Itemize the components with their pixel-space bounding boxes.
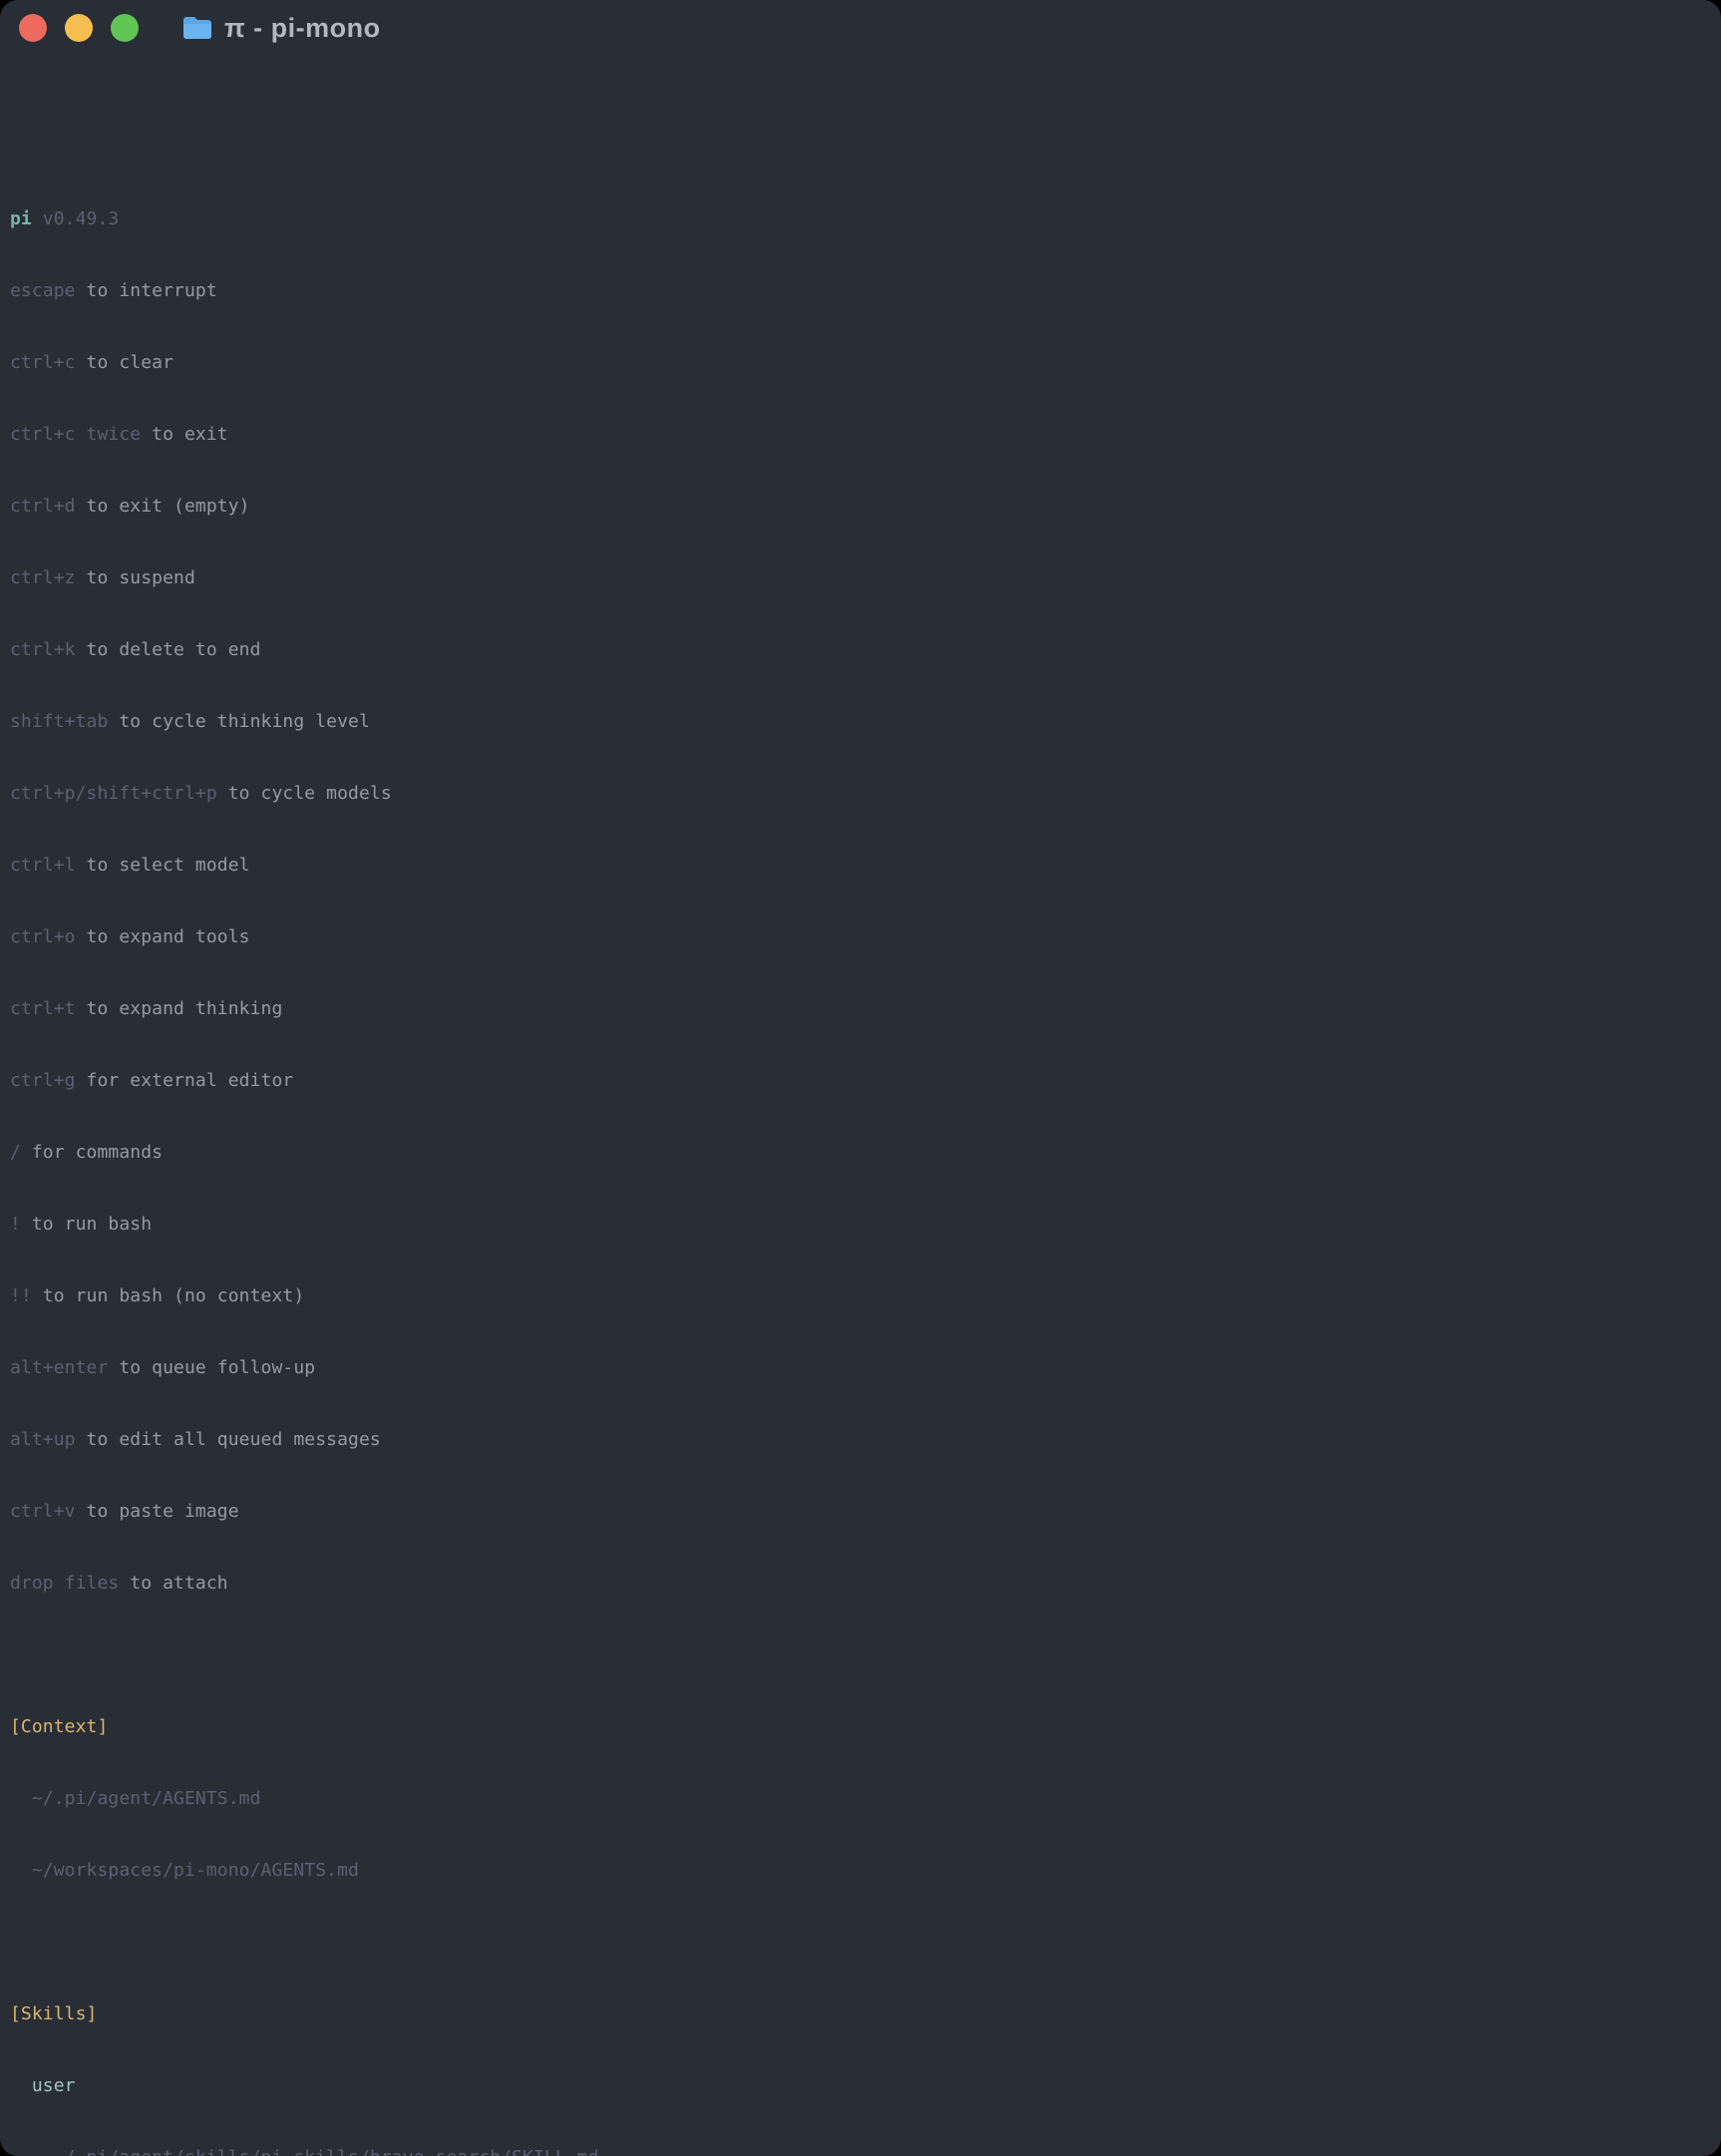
shortcut-line: / for commands <box>10 1141 1711 1165</box>
skills-section-header: [Skills] <box>10 2002 1711 2026</box>
folder-icon <box>182 16 212 40</box>
titlebar: π - pi-mono <box>0 0 1721 56</box>
shortcut-line: escape to interrupt <box>10 279 1711 303</box>
app-version: v0.49.3 <box>32 208 120 229</box>
zoom-button[interactable] <box>111 14 139 42</box>
shortcut-line: ! to run bash <box>10 1213 1711 1237</box>
skills-scope: user <box>10 2074 1711 2098</box>
shortcut-line: ctrl+k to delete to end <box>10 638 1711 662</box>
terminal-window: π - pi-mono pi v0.49.3 escape to interru… <box>0 0 1721 2156</box>
shortcut-line: shift+tab to cycle thinking level <box>10 710 1711 734</box>
shortcut-line: ctrl+p/shift+ctrl+p to cycle models <box>10 782 1711 806</box>
window-title: π - pi-mono <box>224 13 381 44</box>
shortcut-line: alt+up to edit all queued messages <box>10 1428 1711 1452</box>
version-line: pi v0.49.3 <box>10 207 1711 231</box>
shortcut-line: ctrl+c twice to exit <box>10 423 1711 447</box>
shortcut-line: ctrl+c to clear <box>10 351 1711 375</box>
shortcut-line: ctrl+v to paste image <box>10 1500 1711 1524</box>
app-name: pi <box>10 208 32 229</box>
shortcut-line: ctrl+z to suspend <box>10 566 1711 590</box>
close-button[interactable] <box>19 14 47 42</box>
shortcut-line: ctrl+g for external editor <box>10 1069 1711 1093</box>
context-path: ~/workspaces/pi-mono/AGENTS.md <box>10 1859 1711 1883</box>
shortcut-line: ctrl+l to select model <box>10 854 1711 878</box>
shortcut-line: ctrl+d to exit (empty) <box>10 495 1711 519</box>
skill-path: ~/.pi/agent/skills/pi-skills/brave-searc… <box>10 2146 1711 2156</box>
minimize-button[interactable] <box>65 14 93 42</box>
shortcut-line: ctrl+t to expand thinking <box>10 997 1711 1021</box>
shortcut-line: ctrl+o to expand tools <box>10 925 1711 949</box>
context-path: ~/.pi/agent/AGENTS.md <box>10 1787 1711 1811</box>
shortcut-line: drop files to attach <box>10 1572 1711 1596</box>
shortcut-line: !! to run bash (no context) <box>10 1284 1711 1308</box>
startup-banner: pi v0.49.3 escape to interrupt ctrl+c to… <box>10 160 1711 2156</box>
context-section-header: [Context] <box>10 1715 1711 1739</box>
shortcut-line: alt+enter to queue follow-up <box>10 1356 1711 1380</box>
